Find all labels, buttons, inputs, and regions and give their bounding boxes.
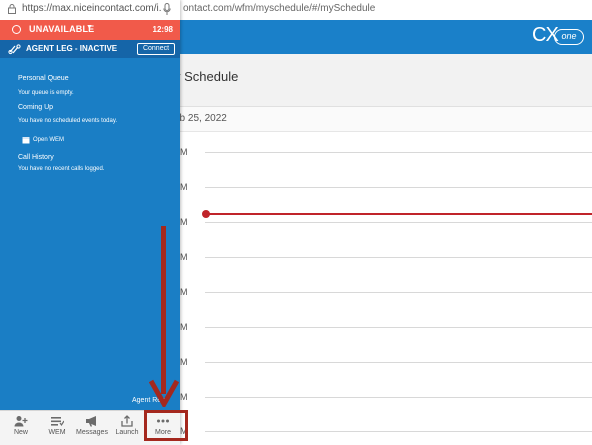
coming-up-heading: Coming Up <box>18 104 54 111</box>
agent-panel: https://max.niceincontact.com/i... UNAVA… <box>0 0 180 445</box>
schedule-date: eb 25, 2022 <box>174 113 227 124</box>
grid-line <box>205 362 592 363</box>
megaphone-icon <box>86 416 96 427</box>
nav-launch[interactable]: Launch <box>110 411 144 445</box>
grid-line <box>205 187 592 188</box>
grid-line <box>205 222 592 223</box>
nav-messages[interactable]: Messages <box>75 411 109 445</box>
lock-icon <box>8 4 16 14</box>
agent-leg-bar: AGENT LEG - INACTIVE Connect <box>0 40 180 58</box>
personal-queue-text: Your queue is empty. <box>18 90 74 96</box>
nav-messages-label: Messages <box>76 429 108 436</box>
chevron-down-icon: ▼ <box>86 24 93 31</box>
more-button-highlight <box>144 410 188 441</box>
agent-status-label: UNAVAILABLE <box>29 24 95 34</box>
grid-line <box>205 292 592 293</box>
link-icon <box>8 44 21 55</box>
current-time-marker <box>202 210 210 218</box>
grid-line <box>205 327 592 328</box>
status-circle-icon <box>12 25 21 34</box>
cxone-logo: CX one <box>532 24 584 48</box>
nav-launch-label: Launch <box>115 429 139 436</box>
launch-icon <box>121 415 133 427</box>
agent-leg-status: AGENT LEG - INACTIVE <box>26 44 118 53</box>
call-history-heading: Call History <box>18 154 54 161</box>
panel-url-text: https://max.niceincontact.com/i... <box>22 3 162 14</box>
status-timer: 12:98 <box>152 25 173 34</box>
connect-button[interactable]: Connect <box>137 43 175 55</box>
nav-wem-label: WEM <box>48 429 66 436</box>
coming-up-text: You have no scheduled events today. <box>18 118 118 124</box>
grid-line <box>205 431 592 432</box>
grid-line <box>205 397 592 398</box>
page-title: y Schedule <box>174 69 239 84</box>
grid-line <box>205 152 592 153</box>
nav-new-label: New <box>13 429 28 436</box>
wem-icon <box>51 417 64 427</box>
call-history-text: You have no recent calls logged. <box>18 166 105 172</box>
open-wem-label: Open WEM <box>33 137 65 143</box>
browser-url-text: ontact.com/wfm/myschedule/#/mySchedule <box>183 3 376 14</box>
annotation-arrow-head <box>149 379 179 407</box>
agent-status-dropdown[interactable]: UNAVAILABLE ▼ 12:98 <box>0 20 180 40</box>
nav-wem[interactable]: WEM <box>40 411 74 445</box>
calendar-icon <box>22 137 30 144</box>
grid-line <box>205 257 592 258</box>
add-user-icon <box>14 416 28 427</box>
logo-one-text: one <box>554 29 584 45</box>
microphone-icon[interactable] <box>163 3 171 16</box>
annotation-arrow-shaft <box>161 226 166 394</box>
current-time-line <box>205 213 592 215</box>
nav-new[interactable]: New <box>4 411 38 445</box>
personal-queue-heading: Personal Queue <box>18 75 69 82</box>
panel-address-bar[interactable]: https://max.niceincontact.com/i... <box>0 0 180 21</box>
